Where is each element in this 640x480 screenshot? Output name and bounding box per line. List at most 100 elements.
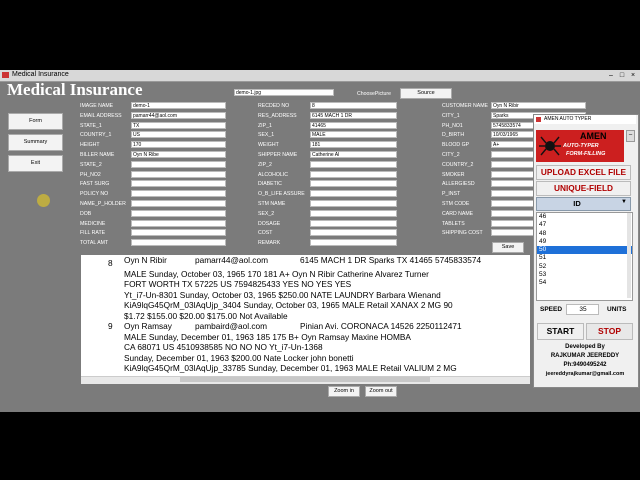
field-input[interactable] <box>310 209 397 217</box>
field-label: DIABETIC <box>258 181 282 188</box>
developer-line2: RAJKUMAR JEEREDDY <box>550 353 620 359</box>
field-label: PH_NO1 <box>442 122 463 129</box>
field-input[interactable]: pamarr44@aol.com <box>131 111 226 119</box>
field-input[interactable] <box>131 170 226 178</box>
field-input[interactable] <box>310 200 397 207</box>
developer-line4: jeereddyrajkumar@gmail.com <box>545 371 625 377</box>
result-line: pambaird@aol.com <box>195 321 268 331</box>
field-label: PH_NO2 <box>80 171 101 178</box>
field-input[interactable]: 41465 <box>310 121 397 129</box>
field-input[interactable]: TX <box>131 121 226 129</box>
screen-top-black <box>0 0 640 70</box>
field-input[interactable]: 6145 MACH 1 DR <box>310 111 397 119</box>
field-label: DOB <box>80 210 92 217</box>
field-input[interactable] <box>310 160 397 168</box>
close-button[interactable]: × <box>628 71 638 80</box>
field-select[interactable]: ID ▼ <box>536 197 631 211</box>
exit-button[interactable]: Exit <box>8 155 63 172</box>
speed-input[interactable]: 35 <box>566 304 599 315</box>
field-input[interactable] <box>310 190 397 198</box>
spider-icon <box>539 136 561 156</box>
field-input[interactable] <box>131 219 226 227</box>
save-button[interactable]: Save <box>492 242 524 253</box>
zoom-out-button[interactable]: Zoom out <box>365 386 397 397</box>
field-label: RES_ADDRESS <box>258 112 297 119</box>
scrollbar-thumb[interactable] <box>180 377 430 382</box>
stop-button[interactable]: STOP <box>586 323 633 340</box>
minimize-button[interactable]: – <box>606 71 616 80</box>
field-label: CITY_2 <box>442 152 460 158</box>
summary-button[interactable]: Summary <box>8 134 63 151</box>
result-line: MALE Sunday, October 03, 1965 170 181 A+… <box>124 268 429 279</box>
field-label: SHIPPING COST <box>442 230 483 237</box>
field-input[interactable] <box>131 190 226 198</box>
id-list-item[interactable]: 48 <box>537 230 632 238</box>
auto-typer-title: AMEN AUTO TYPER <box>544 116 592 122</box>
id-list-item[interactable]: 51 <box>537 254 632 262</box>
result-line: Sunday, December 01, 1963 $200.00 Nate L… <box>124 352 354 363</box>
start-button[interactable]: START <box>537 323 584 340</box>
developer-line1: Developed By <box>565 344 605 350</box>
unique-field-button[interactable]: UNIQUE-FIELD <box>536 181 631 196</box>
id-list-scrollbar[interactable] <box>627 213 631 298</box>
field-label: ZIP_1 <box>258 122 272 129</box>
field-input[interactable] <box>131 209 226 217</box>
form-button[interactable]: Form <box>8 113 63 130</box>
field-input[interactable]: Oyn N Ribe <box>131 151 226 158</box>
zoom-in-button[interactable]: Zoom in <box>328 386 360 397</box>
field-input[interactable]: 181 <box>310 141 397 149</box>
field-label: BLOOD GP <box>442 142 470 149</box>
id-list-item[interactable]: 54 <box>537 279 632 287</box>
field-input[interactable]: 170 <box>131 141 226 149</box>
result-line: pamarr44@aol.com <box>195 255 268 265</box>
field-label: NAME_P_HOLDER <box>80 201 126 207</box>
result-line: CA 68071 US 4510938585 NO NO NO Yt_i7-Un… <box>124 342 323 352</box>
field-label: STATE_1 <box>80 122 102 129</box>
field-input[interactable]: 8 <box>310 102 397 109</box>
mouse-cursor-highlight <box>37 194 50 207</box>
field-label: ALLERGIESD <box>442 181 475 188</box>
result-line: KiA9lqG45QrM_03lAqUjp_33785 Sunday, Dece… <box>124 363 457 373</box>
field-input[interactable] <box>131 229 226 237</box>
maximize-button[interactable]: □ <box>617 71 627 80</box>
field-label: ALCOHOLIC <box>258 171 288 178</box>
id-list-item[interactable]: 47 <box>537 221 632 229</box>
field-input[interactable]: Oyn N Ribir <box>491 102 586 109</box>
field-label: CARD NAME <box>442 210 474 217</box>
result-line: MALE Sunday, December 01, 1963 185 175 B… <box>124 331 411 342</box>
picture-file-field[interactable]: demo-1.jpg <box>234 89 334 96</box>
logo-name: AMEN <box>580 131 607 141</box>
field-input[interactable] <box>131 239 226 247</box>
upload-excel-button[interactable]: UPLOAD EXCEL FILE <box>536 165 631 180</box>
field-input[interactable] <box>131 200 226 207</box>
page-title: Medical Insurance <box>7 80 143 99</box>
result-line: Oyn Ramsay <box>124 321 172 331</box>
field-input[interactable]: demo-1 <box>131 102 226 109</box>
speed-label: SPEED <box>540 306 563 313</box>
amen-logo: AMEN AUTO-TYPER FORM-FILLING <box>536 130 624 162</box>
field-input[interactable] <box>310 170 397 178</box>
id-list-item[interactable]: 49 <box>537 238 632 246</box>
id-list-item[interactable]: 52 <box>537 263 632 271</box>
id-list-item[interactable]: 50 <box>537 246 632 255</box>
field-label: TOTAL AMT <box>80 240 109 247</box>
field-input[interactable]: MALE <box>310 131 397 139</box>
field-input[interactable] <box>310 229 397 237</box>
field-input[interactable] <box>131 180 226 188</box>
result-line: KiA9lqG45QrM_03lAqUjp_3404 Sunday, Octob… <box>124 300 453 310</box>
field-label: COST <box>258 230 273 237</box>
choose-picture-label: ChoosePicture <box>357 91 392 97</box>
field-input[interactable] <box>131 160 226 168</box>
field-input[interactable] <box>310 239 397 247</box>
id-list-item[interactable]: 46 <box>537 213 632 221</box>
field-input[interactable]: Catherine Al <box>310 151 397 158</box>
id-list-item[interactable]: 53 <box>537 271 632 279</box>
auto-typer-minimize[interactable]: – <box>626 130 635 142</box>
field-input[interactable] <box>310 219 397 227</box>
results-panel: 8 Oyn N Ribir pamarr44@aol.com 6145 MACH 1 … <box>81 255 530 383</box>
id-list[interactable]: 46 47 48 49 50 51 52 53 54 <box>536 212 633 301</box>
field-input[interactable]: US <box>131 131 226 139</box>
field-label: STATE_2 <box>80 161 102 168</box>
field-input[interactable] <box>310 180 397 188</box>
source-button[interactable]: Source <box>400 88 452 99</box>
